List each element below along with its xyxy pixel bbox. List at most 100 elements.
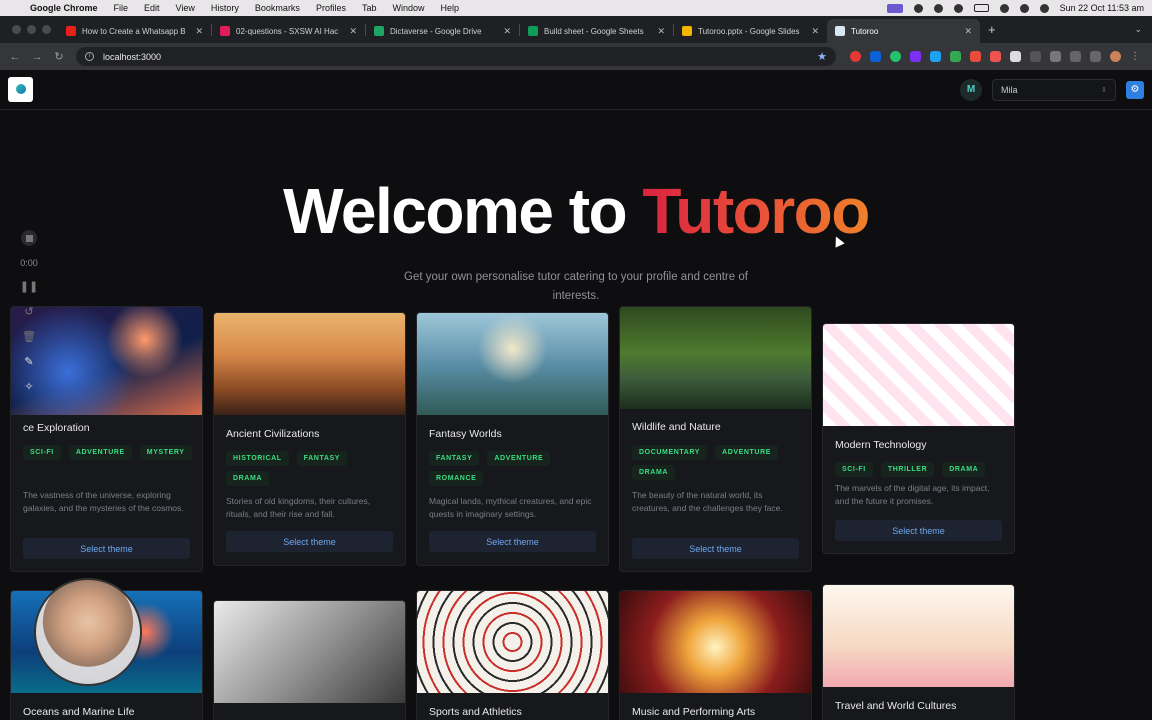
stop-icon — [25, 234, 33, 242]
menu-tab[interactable]: Tab — [362, 3, 377, 13]
theme-image — [620, 307, 811, 409]
select-theme-button[interactable]: Select theme — [226, 531, 393, 552]
menu-status-area: Sun 22 Oct 11:53 am — [886, 3, 1152, 13]
close-tab-icon[interactable]: ✕ — [657, 26, 665, 37]
pen-icon[interactable]: ✎ — [24, 355, 33, 368]
extension-icon[interactable] — [910, 51, 921, 62]
puzzle-icon[interactable] — [1050, 51, 1061, 62]
youtube-icon — [66, 26, 76, 36]
extension-icon[interactable] — [930, 51, 941, 62]
select-theme-button[interactable]: Select theme — [429, 531, 596, 552]
menu-view[interactable]: View — [176, 3, 195, 13]
new-tab-icon[interactable]: + — [980, 22, 1004, 37]
theme-card: Ancient Civilizations HISTORICAL FANTASY… — [213, 312, 406, 566]
wifi-icon[interactable] — [999, 3, 1009, 13]
menu-bookmarks[interactable]: Bookmarks — [255, 3, 300, 13]
extension-icon[interactable] — [950, 51, 961, 62]
select-theme-button[interactable]: Select theme — [23, 538, 190, 559]
bookmark-star-icon[interactable]: ★ — [817, 50, 827, 63]
menu-window[interactable]: Window — [392, 3, 424, 13]
recording-timer: 0:00 — [20, 258, 38, 268]
tag-badge: ADVENTURE — [715, 445, 779, 460]
extension-icon[interactable] — [1030, 51, 1041, 62]
menu-clock[interactable]: Sun 22 Oct 11:53 am — [1060, 3, 1144, 13]
browser-tab[interactable]: Build sheet - Google Sheets ✕ — [520, 19, 673, 43]
theme-title: Modern Technology — [835, 439, 927, 451]
theme-title: ce Exploration — [23, 422, 90, 434]
magic-wand-icon[interactable]: ✧ — [24, 380, 33, 393]
extension-icon[interactable] — [990, 51, 1001, 62]
tag-badge: MYSTERY — [139, 445, 192, 460]
select-theme-button[interactable]: Select theme — [835, 520, 1002, 541]
menu-app-name[interactable]: Google Chrome — [30, 3, 98, 13]
theme-tags: HISTORICAL FANTASY DRAMA — [226, 451, 395, 486]
recorder-toolbar: 0:00 ❚❚ ↺ 🗑 ✎ ✧ — [16, 230, 42, 393]
select-theme-button[interactable]: Select theme — [632, 538, 799, 559]
minimize-window-button[interactable] — [27, 25, 36, 34]
spotlight-search-icon[interactable] — [1039, 3, 1049, 13]
reload-icon[interactable]: ↻ — [48, 50, 70, 63]
page-subtitle: Get your own personalise tutor catering … — [404, 271, 748, 302]
gear-status-icon[interactable] — [913, 3, 923, 13]
theme-title: Fantasy Worlds — [429, 428, 502, 440]
menu-profiles[interactable]: Profiles — [316, 3, 346, 13]
theme-image — [620, 591, 811, 693]
slides-icon — [682, 26, 692, 36]
extension-icon[interactable] — [890, 51, 901, 62]
user-avatar[interactable]: M — [960, 78, 982, 101]
theme-title: Travel and World Cultures — [835, 700, 957, 712]
theme-card: Music and Performing Arts — [619, 590, 812, 720]
stop-recording-button[interactable] — [21, 230, 37, 246]
profile-avatar-icon[interactable] — [1110, 51, 1121, 62]
close-tab-icon[interactable]: ✕ — [349, 26, 357, 37]
menu-help[interactable]: Help — [440, 3, 459, 13]
tutoroo-logo[interactable] — [8, 77, 33, 102]
side-panel-icon[interactable] — [1090, 51, 1101, 62]
trash-icon[interactable]: 🗑 — [22, 330, 36, 343]
chevron-updown-icon: ⇕ — [1101, 86, 1107, 94]
menu-history[interactable]: History — [211, 3, 239, 13]
extension-icon[interactable] — [850, 51, 861, 62]
download-icon[interactable] — [1070, 51, 1081, 62]
browser-tab[interactable]: Dictaverse - Google Drive ✕ — [366, 19, 519, 43]
control-center-icon[interactable] — [1019, 3, 1029, 13]
user-select[interactable]: Mila ⇕ — [992, 78, 1116, 101]
site-info-icon[interactable]: i — [85, 52, 94, 61]
close-tab-icon[interactable]: ✕ — [811, 26, 819, 37]
zoom-window-button[interactable] — [42, 25, 51, 34]
settings-sliders-button[interactable]: ⚙ — [1126, 80, 1144, 99]
shield-status-icon[interactable] — [933, 3, 943, 13]
forward-icon[interactable]: → — [26, 51, 48, 63]
theme-card: Sports and Athletics — [416, 590, 609, 720]
menu-file[interactable]: File — [114, 3, 129, 13]
extensions-area: ⋮ — [850, 51, 1141, 62]
browser-tab[interactable]: Tutoroo.pptx - Google Slides ✕ — [674, 19, 827, 43]
extension-icon[interactable] — [1010, 51, 1021, 62]
browser-tab[interactable]: 02-questions - SXSW AI Hac ✕ — [212, 19, 365, 43]
webcam-bubble[interactable] — [34, 578, 142, 686]
close-window-button[interactable] — [12, 25, 21, 34]
kebab-menu-icon[interactable]: ⋮ — [1130, 51, 1141, 62]
close-tab-icon[interactable]: ✕ — [195, 26, 203, 37]
pause-icon[interactable]: ❚❚ — [20, 280, 38, 293]
tag-badge: SCI-FI — [835, 462, 873, 477]
extension-icon[interactable] — [870, 51, 881, 62]
back-icon[interactable]: ← — [4, 51, 26, 63]
battery-icon[interactable] — [973, 4, 989, 12]
theme-title: Ancient Civilizations — [226, 428, 320, 440]
browser-tab[interactable]: How to Create a Whatsapp B ✕ — [58, 19, 211, 43]
browser-tab-active[interactable]: Tutoroo ✕ — [827, 19, 980, 43]
theme-description: The vastness of the universe, exploring … — [23, 490, 184, 513]
tag-badge: FANTASY — [296, 451, 348, 466]
play-status-icon[interactable] — [953, 3, 963, 13]
address-bar[interactable]: i localhost:3000 ★ — [76, 47, 836, 66]
app-header: M Mila ⇕ ⚙ — [0, 70, 1152, 110]
screen-recorder-icon[interactable] — [886, 3, 903, 13]
tab-search-icon[interactable]: ⌄ — [1134, 24, 1152, 35]
close-tab-icon[interactable]: ✕ — [964, 26, 972, 37]
menu-edit[interactable]: Edit — [144, 3, 160, 13]
extension-icon[interactable] — [970, 51, 981, 62]
close-tab-icon[interactable]: ✕ — [503, 26, 511, 37]
restart-icon[interactable]: ↺ — [24, 305, 33, 318]
title-prefix: Welcome to — [283, 175, 643, 247]
